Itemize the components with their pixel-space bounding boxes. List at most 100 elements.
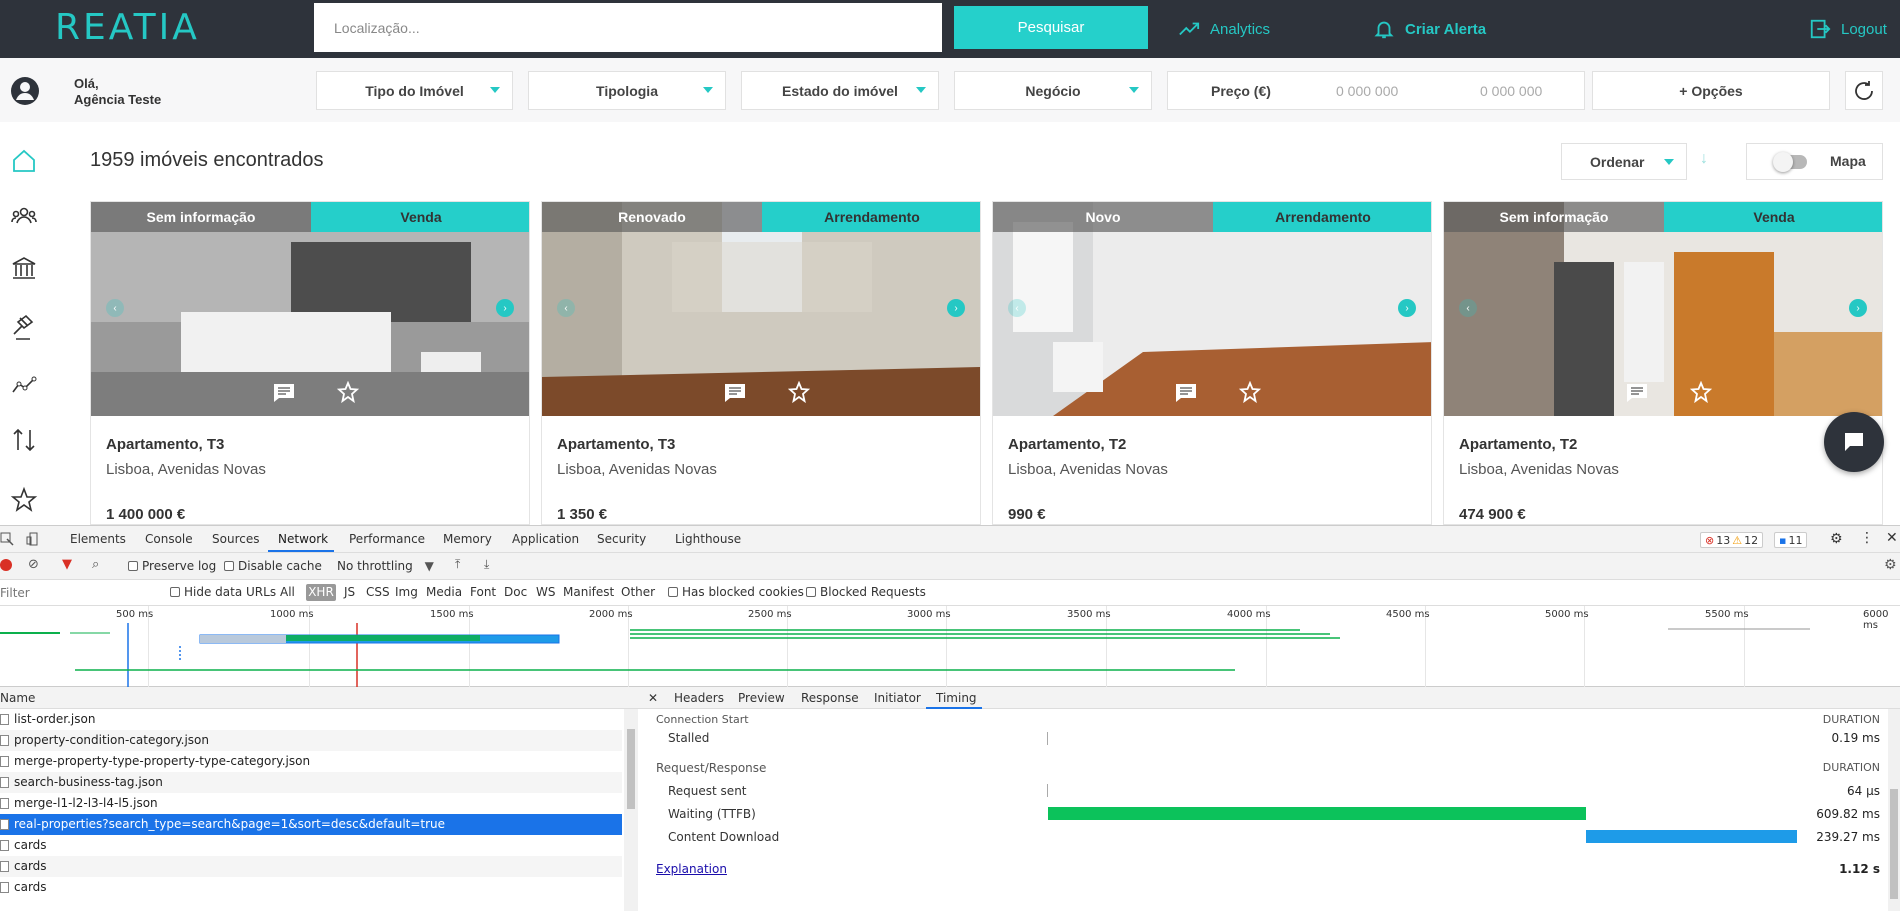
condition-select[interactable]: Estado do imóvel (741, 71, 939, 110)
network-overview-timeline[interactable]: 500 ms 1000 ms 1500 ms 2000 ms 2500 ms 3… (0, 606, 1900, 687)
network-filter-input[interactable] (0, 583, 158, 602)
next-photo-icon[interactable]: › (947, 299, 965, 317)
request-row[interactable]: merge-property-type-property-type-catego… (0, 751, 622, 772)
type-filter-other[interactable]: Other (621, 585, 655, 599)
type-filter-manifest[interactable]: Manifest (563, 585, 614, 599)
checkbox-box[interactable] (224, 561, 234, 571)
comment-icon[interactable] (273, 383, 295, 403)
comment-icon[interactable] (724, 383, 746, 403)
tab-console[interactable]: Console (145, 532, 193, 546)
tab-preview[interactable]: Preview (738, 691, 785, 705)
user-avatar-icon[interactable] (10, 76, 40, 106)
more-menu-icon[interactable]: ⋮ (1860, 530, 1874, 546)
close-icon[interactable]: ✕ (1886, 530, 1898, 546)
name-column-header[interactable]: Name (0, 691, 35, 705)
type-filter-css[interactable]: CSS (366, 585, 390, 599)
type-filter-doc[interactable]: Doc (504, 585, 527, 599)
property-photo[interactable] (993, 202, 1432, 416)
checkbox-box[interactable] (128, 561, 138, 571)
type-filter-all[interactable]: All (280, 585, 295, 599)
network-settings-icon[interactable]: ⚙ (1884, 557, 1897, 573)
property-type-select[interactable]: Tipo do Imóvel (316, 71, 513, 110)
search-icon[interactable]: ⌕ (92, 557, 99, 572)
type-filter-img[interactable]: Img (395, 585, 418, 599)
tab-initiator[interactable]: Initiator (874, 691, 921, 705)
request-row[interactable]: list-order.json (0, 709, 622, 730)
scrollbar-thumb[interactable] (1890, 789, 1898, 899)
analytics-link[interactable]: Analytics (1178, 18, 1270, 40)
type-filter-media[interactable]: Media (426, 585, 462, 599)
search-button[interactable]: Pesquisar (954, 6, 1148, 49)
map-switch[interactable] (1773, 152, 1807, 172)
sort-arrows-icon[interactable] (10, 426, 38, 454)
tab-headers[interactable]: Headers (674, 691, 724, 705)
type-filter-js[interactable]: JS (344, 585, 355, 599)
settings-gear-icon[interactable]: ⚙ (1830, 531, 1843, 547)
issues-badge[interactable]: ⊗ 13 ⚠ 12 (1700, 532, 1764, 548)
favorite-star-icon[interactable] (1239, 381, 1261, 403)
price-max-input[interactable]: 0 000 000 (1480, 83, 1542, 99)
throttling-select[interactable]: No throttling ▼ (337, 559, 434, 573)
request-row[interactable]: cards (0, 856, 622, 877)
disable-cache-checkbox[interactable]: Disable cache (224, 559, 322, 573)
property-card[interactable]: Renovado Arrendamento ‹ › Apartamento, T… (541, 201, 981, 525)
sort-select[interactable]: Ordenar (1561, 143, 1687, 180)
property-photo[interactable] (91, 202, 530, 416)
inspect-element-icon[interactable] (0, 532, 14, 546)
reset-filters-button[interactable] (1845, 71, 1883, 110)
users-icon[interactable] (10, 202, 38, 230)
next-photo-icon[interactable]: › (1398, 299, 1416, 317)
record-icon[interactable] (0, 559, 12, 571)
property-card[interactable]: Sem informação Venda ‹ › Apartamento, T3… (90, 201, 530, 525)
comment-icon[interactable] (1626, 383, 1648, 403)
request-list-scrollbar[interactable] (624, 709, 638, 911)
type-filter-ws[interactable]: WS (536, 585, 555, 599)
property-photo[interactable] (1444, 202, 1883, 416)
explanation-link[interactable]: Explanation (656, 862, 727, 876)
next-photo-icon[interactable]: › (496, 299, 514, 317)
hide-data-urls-checkbox[interactable]: Hide data URLs (170, 585, 276, 599)
tab-security[interactable]: Security (597, 532, 646, 546)
reatia-logo[interactable]: REATIA (55, 6, 200, 50)
map-toggle[interactable]: Mapa (1746, 143, 1883, 180)
tab-lighthouse[interactable]: Lighthouse (675, 532, 741, 546)
property-photo[interactable] (542, 202, 981, 416)
tab-timing[interactable]: Timing (936, 691, 977, 705)
typology-select[interactable]: Tipologia (528, 71, 726, 110)
prev-photo-icon[interactable]: ‹ (1459, 299, 1477, 317)
chat-button[interactable] (1824, 412, 1884, 472)
tab-memory[interactable]: Memory (443, 532, 492, 546)
clear-icon[interactable]: ⊘ (28, 557, 39, 572)
request-row[interactable]: search-business-tag.json (0, 772, 622, 793)
preserve-log-checkbox[interactable]: Preserve log (128, 559, 216, 573)
bank-icon[interactable] (10, 254, 38, 282)
checkbox-box[interactable] (806, 587, 816, 597)
type-filter-font[interactable]: Font (470, 585, 496, 599)
prev-photo-icon[interactable]: ‹ (106, 299, 124, 317)
device-toolbar-icon[interactable] (26, 532, 40, 546)
prev-photo-icon[interactable]: ‹ (557, 299, 575, 317)
logout-link[interactable]: Logout (1809, 18, 1887, 40)
tab-sources[interactable]: Sources (212, 532, 259, 546)
blocked-requests-checkbox[interactable]: Blocked Requests (806, 585, 926, 599)
tab-network[interactable]: Network (278, 532, 328, 546)
request-row[interactable]: cards (0, 877, 622, 898)
sort-direction-icon[interactable]: ↓ (1700, 150, 1708, 168)
more-options-button[interactable]: + Opções (1592, 71, 1830, 110)
star-icon[interactable] (10, 486, 38, 514)
trend-chart-icon[interactable] (10, 372, 38, 400)
detail-scrollbar[interactable] (1888, 709, 1900, 911)
create-alert-link[interactable]: Criar Alerta (1373, 18, 1486, 40)
checkbox-box[interactable] (170, 587, 180, 597)
property-card[interactable]: Sem informação Venda ‹ › Apartamento, T2… (1443, 201, 1883, 525)
import-har-icon[interactable]: ⤒ (455, 557, 460, 572)
tab-elements[interactable]: Elements (70, 532, 126, 546)
has-blocked-cookies-checkbox[interactable]: Has blocked cookies (668, 585, 804, 599)
request-row[interactable]: merge-l1-l2-l3-l4-l5.json (0, 793, 622, 814)
tab-response[interactable]: Response (801, 691, 859, 705)
favorite-star-icon[interactable] (337, 381, 359, 403)
favorite-star-icon[interactable] (1690, 381, 1712, 403)
request-row-selected[interactable]: real-properties?search_type=search&page=… (0, 814, 622, 835)
type-filter-xhr[interactable]: XHR (306, 584, 336, 601)
checkbox-box[interactable] (668, 587, 678, 597)
